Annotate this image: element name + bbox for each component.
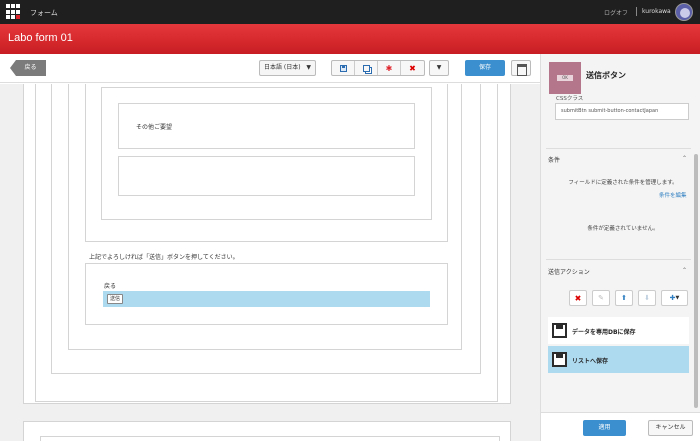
editor-toolbar: 戻る 日本語 (日本) ▼ ✱ ✖ ▼ 保存 bbox=[0, 54, 540, 83]
copy-button[interactable] bbox=[355, 61, 378, 75]
form-canvas: その他ご要望 上記でよろしければ「送信」ボタンを押してください。 戻る 送信 bbox=[0, 84, 540, 441]
top-bar: フォーム ログオフ kurokawa bbox=[0, 0, 700, 24]
properties-panel: 送信ボタン CSSクラス submitBtn submit-button-con… bbox=[540, 54, 700, 441]
page-title: Labo form 01 bbox=[8, 32, 73, 44]
css-class-label: CSSクラス bbox=[556, 96, 584, 102]
comment-label: その他ご要望 bbox=[136, 124, 173, 131]
cancel-button[interactable]: キャンセル bbox=[648, 420, 693, 436]
language-select[interactable]: 日本語 (日本) ▼ bbox=[259, 60, 316, 76]
app-grid-icon[interactable] bbox=[6, 4, 22, 20]
submit-button-preview[interactable]: 送信 bbox=[107, 294, 124, 304]
element-title: 送信ボタン bbox=[586, 71, 626, 80]
next-section-inner bbox=[40, 436, 500, 441]
save-icon bbox=[552, 323, 567, 338]
save-button[interactable]: 保存 bbox=[465, 60, 505, 76]
arrow-down-icon: ⬇ bbox=[644, 294, 650, 302]
back-text[interactable]: 戻る bbox=[104, 281, 116, 290]
delete-button[interactable]: ✖ bbox=[401, 61, 424, 75]
more-options-dropdown[interactable]: ▼ bbox=[429, 60, 449, 76]
arrow-up-icon: ⬆ bbox=[621, 294, 627, 302]
comment-textarea[interactable] bbox=[118, 156, 415, 196]
instruction-text: 上記でよろしければ「送信」ボタンを押してください。 bbox=[89, 254, 239, 261]
chevron-up-icon[interactable]: ⌃ bbox=[682, 155, 687, 162]
save-icon bbox=[552, 352, 567, 367]
language-select-value: 日本語 (日本) bbox=[264, 64, 301, 71]
button-thumbnail-icon bbox=[549, 62, 581, 94]
logout-link[interactable]: ログオフ bbox=[604, 8, 628, 17]
move-up-button[interactable]: ⬆ bbox=[615, 290, 633, 306]
add-action-button[interactable]: ✚ ▼ bbox=[661, 290, 688, 306]
divider bbox=[636, 7, 637, 16]
action-label: リストへ保存 bbox=[572, 358, 609, 365]
form-header: Labo form 01 bbox=[0, 24, 700, 54]
copy-icon bbox=[362, 64, 370, 72]
save-icon bbox=[339, 64, 347, 72]
apply-button[interactable]: 適用 bbox=[583, 420, 626, 436]
divider bbox=[546, 259, 691, 260]
edit-action-button[interactable]: ✎ bbox=[592, 290, 610, 306]
close-icon: ✱ bbox=[385, 63, 393, 73]
remove-button[interactable]: ✱ bbox=[378, 61, 401, 75]
back-button[interactable]: 戻る bbox=[10, 60, 46, 76]
chevron-down-icon: ▼ bbox=[675, 295, 680, 301]
chevron-up-icon[interactable]: ⌃ bbox=[682, 267, 687, 274]
conditions-description: フィールドに定義された条件を管理します。 bbox=[568, 180, 678, 186]
edit-button-group: ✱ ✖ bbox=[331, 60, 425, 76]
delete-icon: ✖ bbox=[574, 293, 582, 303]
avatar[interactable] bbox=[675, 3, 693, 21]
layout-toggle-button[interactable] bbox=[511, 60, 531, 76]
divider bbox=[546, 148, 691, 149]
panel-scrollbar[interactable] bbox=[694, 154, 698, 408]
pencil-icon: ✎ bbox=[598, 294, 604, 302]
edit-conditions-link[interactable]: 条件を編集 bbox=[659, 191, 687, 199]
delete-icon: ✖ bbox=[409, 63, 416, 73]
css-class-input[interactable]: submitBtn submit-button-contactJapan bbox=[555, 103, 689, 120]
save-draft-button[interactable] bbox=[332, 61, 355, 75]
app-name[interactable]: フォーム bbox=[30, 8, 58, 18]
move-down-button[interactable]: ⬇ bbox=[638, 290, 656, 306]
user-name[interactable]: kurokawa bbox=[642, 8, 671, 15]
action-item-save-list[interactable]: リストへ保存 bbox=[548, 346, 689, 373]
conditions-section-title[interactable]: 条件 bbox=[548, 155, 560, 164]
action-item-save-db[interactable]: データを専用DBに保存 bbox=[548, 317, 689, 344]
action-label: データを専用DBに保存 bbox=[572, 329, 636, 336]
delete-action-button[interactable]: ✖ bbox=[569, 290, 587, 306]
chevron-down-icon: ▼ bbox=[306, 64, 311, 71]
chevron-down-icon: ▼ bbox=[436, 64, 442, 71]
conditions-empty-text: 条件が定義されていません。 bbox=[587, 226, 659, 232]
panel-footer: 適用 キャンセル bbox=[541, 412, 700, 441]
selected-submit-row[interactable] bbox=[103, 291, 430, 307]
actions-section-title[interactable]: 送信アクション bbox=[548, 267, 590, 276]
